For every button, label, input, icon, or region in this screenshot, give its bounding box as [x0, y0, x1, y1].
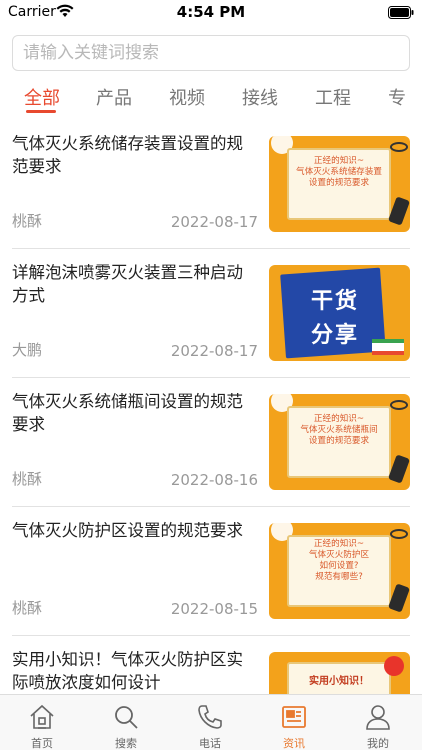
tab-special[interactable]: 专	[388, 84, 406, 110]
thumbnail-line: 规范有哪些?	[315, 572, 363, 582]
article-title[interactable]: 实用小知识！气体灭火防护区实际喷放浓度如何设计	[12, 648, 258, 694]
article-thumbnail[interactable]: 正经的知识~ 气体灭火防护区 如何设置? 规范有哪些?	[269, 523, 410, 619]
article-title[interactable]: 气体灭火系统储瓶间设置的规范要求	[12, 390, 258, 436]
thumbnail-caption: 正经的知识~ 气体灭火系统储存装置 设置的规范要求	[287, 156, 391, 189]
article-date: 2022-08-16	[170, 471, 258, 489]
article-thumbnail[interactable]: 干货 分享	[269, 265, 410, 361]
article-item[interactable]: 实用小知识！气体灭火防护区实际喷放浓度如何设计 实用小知识！	[0, 636, 422, 694]
news-icon	[282, 706, 306, 728]
phone-decoration	[387, 583, 410, 613]
category-tabs: 全部 产品 视频 接线 工程 专	[0, 76, 422, 116]
tabbar-me[interactable]: 我的	[336, 695, 420, 750]
article-author: 大鹏	[12, 341, 43, 359]
user-icon	[366, 705, 390, 730]
thumbnail-line: 设置的规范要求	[308, 178, 370, 188]
thumbnail-line: 正经的知识~	[313, 414, 365, 424]
tabbar-label: 资讯	[283, 737, 305, 750]
home-icon	[30, 704, 54, 729]
status-bar: Carrier 4:54 PM	[0, 0, 422, 26]
search-icon	[115, 706, 138, 729]
article-date: 2022-08-15	[170, 600, 258, 618]
tab-all[interactable]: 全部	[24, 84, 60, 110]
article-item[interactable]: 气体灭火系统储瓶间设置的规范要求 桃酥 2022-08-16 正经的知识~ 气体…	[0, 378, 422, 507]
tabbar-label: 搜索	[115, 737, 137, 750]
search-input[interactable]	[13, 36, 409, 70]
tabbar-label: 我的	[367, 737, 389, 750]
tabbar-news[interactable]: 资讯	[252, 695, 336, 750]
article-list[interactable]: 气体灭火系统储存装置设置的规范要求 桃酥 2022-08-17 正经的知识~ 气…	[0, 120, 422, 694]
article-author: 桃酥	[12, 470, 43, 488]
clock: 4:54 PM	[176, 3, 246, 21]
thumbnail-caption: 正经的知识~ 气体灭火防护区 如何设置? 规范有哪些?	[287, 539, 391, 583]
article-thumbnail[interactable]: 实用小知识！	[269, 652, 410, 694]
tabbar-home[interactable]: 首页	[0, 695, 84, 750]
thumbnail-caption: 干货	[310, 289, 359, 314]
phone-decoration	[387, 196, 410, 226]
tab-engineering[interactable]: 工程	[315, 84, 351, 110]
article-item[interactable]: 详解泡沫喷雾灭火装置三种启动方式 大鹏 2022-08-17 干货 分享	[0, 249, 422, 378]
article-thumbnail[interactable]: 正经的知识~ 气体灭火系统储存装置 设置的规范要求	[269, 136, 410, 232]
battery-icon	[388, 6, 414, 19]
thumbnail-line: 气体灭火系统储瓶间	[300, 425, 378, 435]
article-author: 桃酥	[12, 599, 43, 617]
tab-wiring[interactable]: 接线	[242, 84, 278, 110]
tabbar-label: 首页	[31, 737, 53, 750]
article-title[interactable]: 气体灭火系统储存装置设置的规范要求	[12, 132, 258, 178]
search-box[interactable]	[12, 35, 410, 71]
thumbnail-line: 正经的知识~	[313, 539, 365, 549]
article-thumbnail[interactable]: 正经的知识~ 气体灭火系统储瓶间 设置的规范要求	[269, 394, 410, 490]
tabbar-phone[interactable]: 电话	[168, 695, 252, 750]
glasses-decoration	[390, 142, 408, 152]
thumbnail-caption: 分享	[310, 323, 359, 348]
active-tab-indicator	[26, 110, 56, 113]
article-item[interactable]: 气体灭火防护区设置的规范要求 桃酥 2022-08-15 正经的知识~ 气体灭火…	[0, 507, 422, 636]
tab-videos[interactable]: 视频	[169, 84, 205, 110]
glasses-decoration	[390, 529, 408, 539]
article-title[interactable]: 详解泡沫喷雾灭火装置三种启动方式	[12, 261, 258, 307]
thumbnail-line: 设置的规范要求	[308, 436, 370, 446]
article-author: 桃酥	[12, 212, 43, 230]
thumbnail-line: 气体灭火防护区	[308, 550, 370, 560]
phone-decoration	[387, 454, 410, 484]
thumbnail-line: 如何设置?	[319, 561, 359, 571]
bottom-tab-bar: 首页 搜索 电话 资讯 我的	[0, 694, 422, 750]
thumbnail-line: 气体灭火系统储存装置	[296, 167, 382, 177]
tabbar-label: 电话	[199, 737, 221, 750]
books-decoration	[372, 339, 404, 355]
thumbnail-caption: 实用小知识！	[309, 676, 369, 687]
alarm-clock-decoration	[384, 656, 404, 676]
article-title[interactable]: 气体灭火防护区设置的规范要求	[12, 519, 258, 542]
article-date: 2022-08-17	[170, 213, 258, 231]
phone-icon	[198, 705, 222, 729]
tabbar-search[interactable]: 搜索	[84, 695, 168, 750]
glasses-decoration	[390, 400, 408, 410]
article-date: 2022-08-17	[170, 342, 258, 360]
thumbnail-line: 正经的知识~	[313, 156, 365, 166]
article-item[interactable]: 气体灭火系统储存装置设置的规范要求 桃酥 2022-08-17 正经的知识~ 气…	[0, 120, 422, 249]
tab-products[interactable]: 产品	[96, 84, 132, 110]
thumbnail-caption: 正经的知识~ 气体灭火系统储瓶间 设置的规范要求	[287, 414, 391, 447]
